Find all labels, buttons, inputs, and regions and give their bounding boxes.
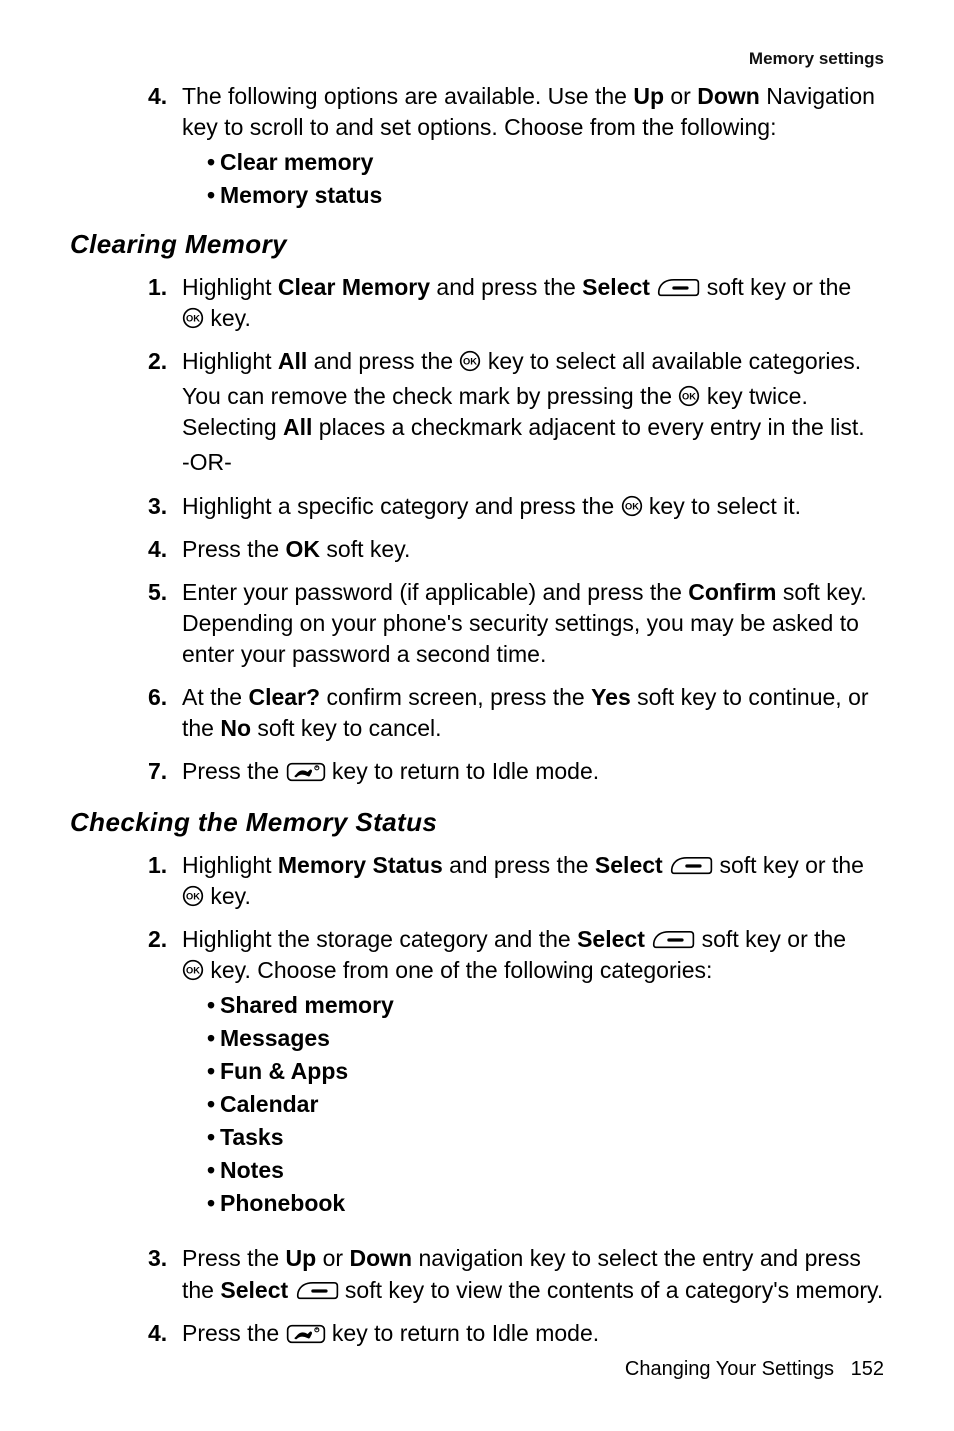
step-text: You can remove the check mark by pressin… bbox=[182, 381, 884, 443]
softkey-icon bbox=[669, 856, 713, 876]
bullet-label: Clear memory bbox=[220, 147, 373, 178]
step-text: -OR- bbox=[182, 447, 884, 478]
bullet-label: Shared memory bbox=[220, 990, 394, 1021]
bullet-label: Calendar bbox=[220, 1089, 318, 1120]
heading-memory-status: Checking the Memory Status bbox=[70, 805, 884, 840]
step-number: 2. bbox=[148, 346, 182, 482]
heading-clearing-memory: Clearing Memory bbox=[70, 227, 884, 262]
step-text: Press the key to return to Idle mode. bbox=[182, 1318, 884, 1349]
bullet-label: Fun & Apps bbox=[220, 1056, 348, 1087]
step-text: Highlight Memory Status and press the Se… bbox=[182, 850, 884, 912]
step-text: The following options are available. Use… bbox=[182, 81, 884, 143]
step-number: 4. bbox=[148, 1318, 182, 1353]
end-key-icon bbox=[286, 762, 326, 782]
step-number: 3. bbox=[148, 1243, 182, 1309]
bullet: • bbox=[202, 1155, 220, 1186]
step-text: Press the key to return to Idle mode. bbox=[182, 756, 884, 787]
ok-key-icon bbox=[182, 959, 204, 981]
bullet: • bbox=[202, 147, 220, 178]
step-text: At the Clear? confirm screen, press the … bbox=[182, 682, 884, 744]
step-text: Highlight All and press the key to selec… bbox=[182, 346, 884, 377]
end-key-icon bbox=[286, 1324, 326, 1344]
bullet: • bbox=[202, 990, 220, 1021]
step-number: 6. bbox=[148, 682, 182, 748]
step-text: Highlight a specific category and press … bbox=[182, 491, 884, 522]
ok-key-icon bbox=[621, 495, 643, 517]
bullet: • bbox=[202, 1122, 220, 1153]
bullet-label: Notes bbox=[220, 1155, 284, 1186]
bullet: • bbox=[202, 1056, 220, 1087]
step-number: 2. bbox=[148, 924, 182, 1221]
bullet: • bbox=[202, 180, 220, 211]
softkey-icon bbox=[295, 1281, 339, 1301]
bullet-label: Messages bbox=[220, 1023, 330, 1054]
softkey-icon bbox=[656, 278, 700, 298]
ok-key-icon bbox=[182, 307, 204, 329]
step-text: Highlight the storage category and the S… bbox=[182, 924, 884, 986]
step-number: 7. bbox=[148, 756, 182, 791]
step-text: Press the OK soft key. bbox=[182, 534, 884, 565]
ok-key-icon bbox=[678, 385, 700, 407]
step-text: Press the Up or Down navigation key to s… bbox=[182, 1243, 884, 1305]
bullet-label: Phonebook bbox=[220, 1188, 345, 1219]
bullet-label: Memory status bbox=[220, 180, 382, 211]
step-number: 5. bbox=[148, 577, 182, 674]
step-number: 4. bbox=[148, 81, 182, 213]
ok-key-icon bbox=[459, 350, 481, 372]
ok-key-icon bbox=[182, 885, 204, 907]
bullet: • bbox=[202, 1188, 220, 1219]
step-number: 1. bbox=[148, 272, 182, 338]
bullet: • bbox=[202, 1089, 220, 1120]
bullet-label: Tasks bbox=[220, 1122, 284, 1153]
step-number: 1. bbox=[148, 850, 182, 916]
step-number: 4. bbox=[148, 534, 182, 569]
step-text: Enter your password (if applicable) and … bbox=[182, 577, 884, 670]
section-header: Memory settings bbox=[70, 48, 884, 71]
softkey-icon bbox=[651, 930, 695, 950]
page-footer: Changing Your Settings 152 bbox=[625, 1356, 884, 1383]
step-text: Highlight Clear Memory and press the Sel… bbox=[182, 272, 884, 334]
step-number: 3. bbox=[148, 491, 182, 526]
bullet: • bbox=[202, 1023, 220, 1054]
